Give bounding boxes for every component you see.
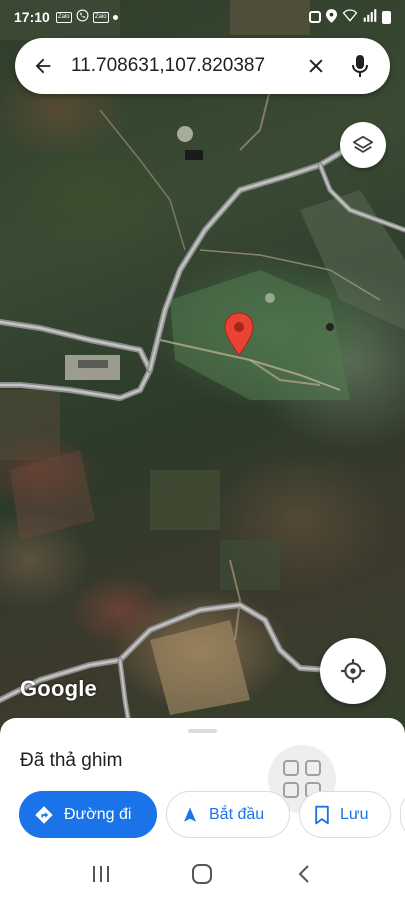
directions-button[interactable]: Đường đi bbox=[19, 791, 157, 838]
save-label: Lưu bbox=[340, 805, 369, 823]
home-icon bbox=[192, 864, 213, 884]
layers-button[interactable] bbox=[340, 122, 386, 168]
my-location-icon bbox=[341, 659, 365, 683]
zalo-icon: Zalo bbox=[92, 11, 109, 23]
status-time: 17:10 bbox=[14, 9, 50, 25]
signal-icon bbox=[363, 9, 377, 25]
map-roads bbox=[0, 0, 405, 730]
lock-icon bbox=[309, 11, 321, 23]
google-logo: Google bbox=[20, 676, 97, 701]
back-button[interactable] bbox=[15, 38, 71, 94]
chevron-left-icon bbox=[298, 865, 309, 883]
recents-icon bbox=[92, 866, 109, 882]
bookmark-icon bbox=[315, 805, 329, 824]
back-nav-button[interactable] bbox=[284, 854, 324, 894]
system-nav-bar bbox=[0, 848, 405, 900]
navigation-icon bbox=[184, 807, 196, 822]
clear-button[interactable] bbox=[294, 38, 338, 94]
location-icon bbox=[326, 8, 337, 26]
notification-icons: Zalo Zalo bbox=[55, 9, 118, 25]
zalo-icon: Zalo bbox=[55, 11, 72, 23]
save-button[interactable]: Lưu bbox=[299, 791, 391, 838]
mic-icon bbox=[352, 55, 368, 77]
action-chips: Đường đi Bắt đầu Lưu bbox=[19, 791, 405, 838]
voice-search-button[interactable] bbox=[338, 38, 382, 94]
sheet-drag-handle[interactable] bbox=[188, 729, 217, 733]
dot-icon bbox=[112, 14, 118, 20]
directions-icon bbox=[35, 805, 53, 824]
battery-icon bbox=[382, 10, 391, 24]
arrow-back-icon bbox=[35, 58, 51, 74]
satellite-map[interactable] bbox=[0, 0, 405, 730]
phone-icon bbox=[76, 9, 89, 25]
home-button[interactable] bbox=[182, 854, 222, 894]
recents-button[interactable] bbox=[81, 854, 121, 894]
start-button[interactable]: Bắt đầu bbox=[166, 791, 290, 838]
map-pin-icon bbox=[224, 312, 254, 356]
bottom-sheet[interactable]: Đã thả ghim Đường đi Bắt đầu Lưu bbox=[0, 718, 405, 848]
directions-label: Đường đi bbox=[64, 805, 132, 823]
search-input[interactable]: 11.708631,107.820387 bbox=[71, 55, 294, 77]
dropped-pin-marker[interactable] bbox=[224, 312, 254, 356]
status-bar: 17:10 Zalo Zalo bbox=[0, 0, 405, 34]
sheet-title: Đã thả ghim bbox=[20, 750, 123, 771]
close-icon bbox=[309, 59, 323, 73]
wifi-icon bbox=[342, 9, 358, 25]
search-bar[interactable]: 11.708631,107.820387 bbox=[15, 38, 390, 94]
start-label: Bắt đầu bbox=[209, 805, 265, 823]
system-icons bbox=[309, 8, 391, 26]
layers-icon bbox=[352, 135, 374, 153]
more-actions-chip[interactable] bbox=[400, 791, 405, 838]
my-location-button[interactable] bbox=[320, 638, 386, 704]
